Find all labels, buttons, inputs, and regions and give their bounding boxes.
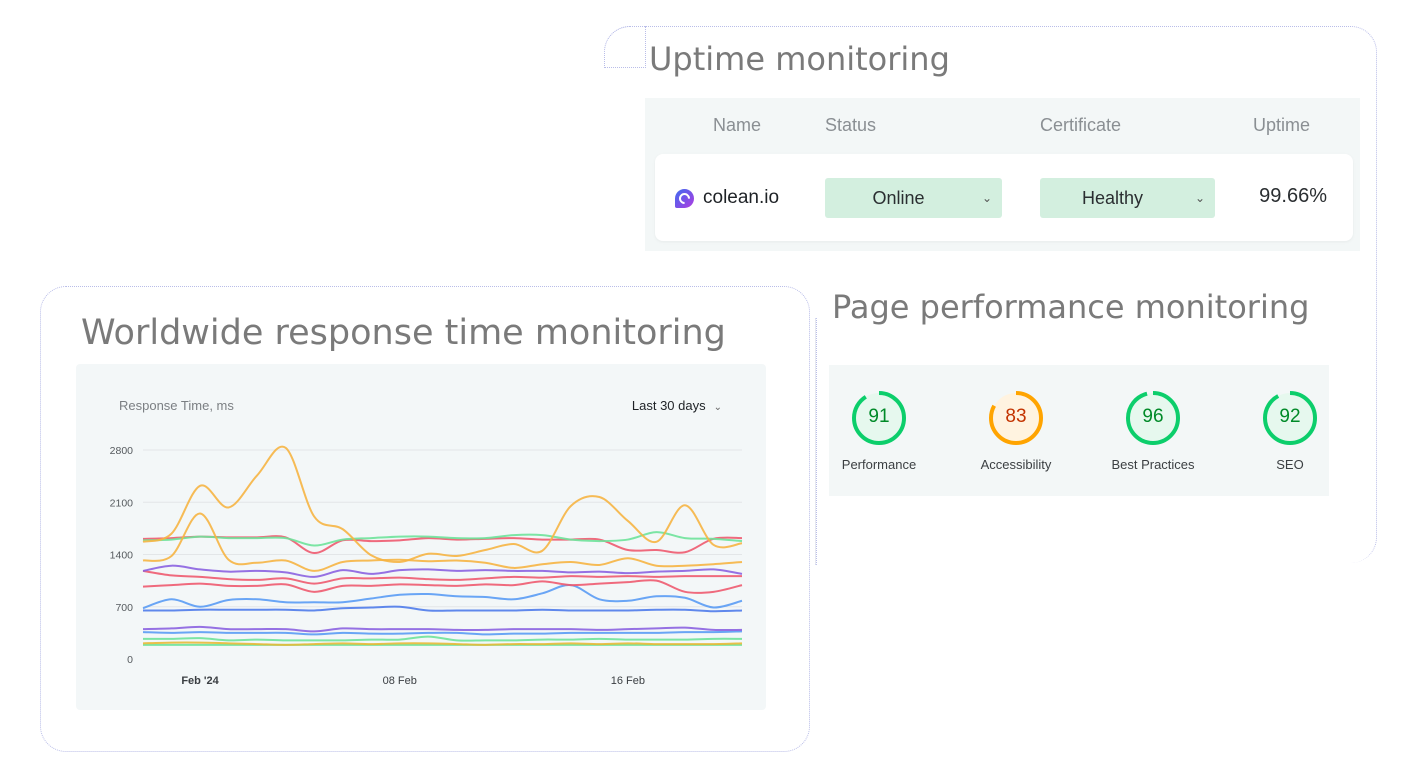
response-time-chart: 0 700 1400 2100 2800 Feb '24 08 Feb 16 Feb Resp… [76, 364, 766, 710]
site-name: colean.io [703, 187, 780, 208]
score-label: Performance [841, 457, 917, 472]
performance-scores-panel: 91 Performance 83 Accessibility 96 Best Pract… [829, 365, 1329, 496]
series-line-series-9[interactable] [142, 605, 743, 613]
score-label: Best Practices [1111, 457, 1195, 472]
chevron-down-icon: ⌄ [713, 402, 722, 413]
score-gauge-performance[interactable]: 91 Performance [814, 389, 944, 472]
series-line-series-7[interactable] [142, 579, 743, 594]
score-gauge-accessibility[interactable]: 83 Accessibility [951, 389, 1081, 472]
x-tick-label: Feb '24 [181, 675, 219, 687]
chart-title: Response Time, ms [119, 398, 234, 413]
uptime-section-title: Uptime monitoring [649, 40, 950, 78]
chevron-down-icon: ⌄ [1194, 191, 1206, 205]
series-line-series-12[interactable] [142, 635, 743, 642]
y-tick-label: 1400 [110, 550, 134, 562]
chevron-down-icon: ⌄ [981, 191, 993, 205]
score-value: 92 [1279, 406, 1301, 427]
performance-section-title: Page performance monitoring [832, 288, 1310, 326]
column-header-certificate: Certificate [1040, 115, 1122, 135]
uptime-value: 99.66% [1259, 185, 1327, 207]
column-header-uptime: Uptime [1253, 115, 1311, 135]
series-line-series-5[interactable] [142, 564, 743, 578]
score-value: 91 [868, 406, 890, 427]
site-name-cell: colean.io [675, 187, 779, 209]
score-gauge-seo[interactable]: 92 SEO [1225, 389, 1355, 472]
series-line-series-1[interactable] [142, 445, 743, 563]
response-section-title: Worldwide response time monitoring [81, 313, 726, 353]
score-value: 83 [1005, 406, 1027, 427]
certificate-value: Healthy [1081, 187, 1144, 208]
date-range-dropdown[interactable]: Last 30 days ⌄ [632, 398, 722, 413]
column-header-name: Name [713, 115, 762, 135]
x-tick-label: 16 Feb [611, 675, 645, 687]
uptime-table: Name Status Certificate Uptime colean.io… [645, 98, 1360, 251]
table-row[interactable]: colean.io Online ⌄ Healthy ⌄ 99.66% [655, 154, 1353, 241]
status-value: Online [872, 187, 925, 208]
score-value: 96 [1142, 406, 1164, 427]
certificate-dropdown[interactable]: Healthy ⌄ [1040, 178, 1215, 218]
uptime-card-frame-corner [604, 26, 646, 68]
y-tick-label: 2100 [110, 497, 134, 509]
chart-canvas: 0 700 1400 2100 2800 Feb '24 08 Feb 16 Feb [110, 445, 743, 687]
x-tick-label: 08 Feb [383, 675, 417, 687]
series-line-series-10[interactable] [142, 625, 743, 633]
column-header-status: Status [825, 115, 877, 135]
series-line-series-8[interactable] [142, 584, 743, 610]
y-tick-label: 0 [127, 654, 133, 666]
series-line-series-11[interactable] [142, 630, 743, 636]
score-gauge-best-practices[interactable]: 96 Best Practices [1088, 389, 1218, 472]
date-range-value: Last 30 days [631, 398, 706, 413]
status-dropdown[interactable]: Online ⌄ [825, 178, 1002, 218]
y-tick-label: 700 [115, 602, 133, 614]
y-tick-label: 2800 [110, 445, 134, 457]
score-label: Accessibility [980, 457, 1052, 472]
colean-logo-icon [675, 188, 694, 208]
score-label: SEO [1276, 457, 1304, 472]
